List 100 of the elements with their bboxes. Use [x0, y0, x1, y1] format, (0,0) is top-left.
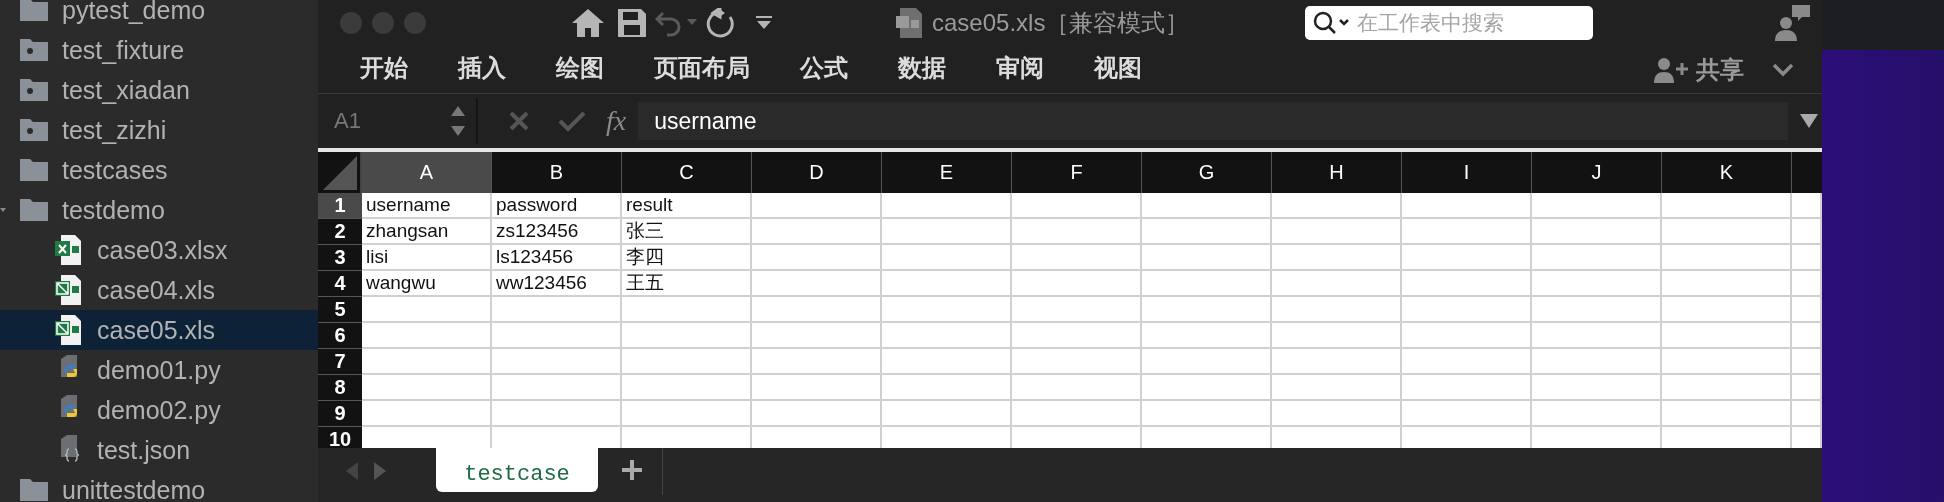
- triangle-left-icon: [346, 462, 358, 480]
- file-tree-label: test_fixture: [62, 35, 185, 65]
- package-folder-icon: [20, 79, 48, 101]
- column-header[interactable]: B: [492, 152, 622, 193]
- caret-icon[interactable]: [0, 206, 6, 214]
- file-tree-item[interactable]: demo02.py: [0, 390, 318, 430]
- check-icon[interactable]: [558, 110, 586, 132]
- file-tree-label: testcases: [62, 155, 168, 185]
- file-tree-label: case04.xls: [97, 275, 216, 305]
- ribbon-tab[interactable]: 插入: [458, 52, 506, 87]
- row-header[interactable]: 1: [318, 193, 362, 219]
- person-comment-icon[interactable]: [1774, 5, 1810, 41]
- file-tree-label: demo01.py: [97, 355, 221, 385]
- column-header[interactable]: K: [1662, 152, 1792, 193]
- file-tree-label: test_zizhi: [62, 115, 167, 145]
- expand-triangle-icon[interactable]: [1800, 114, 1818, 128]
- row-header[interactable]: 9: [318, 401, 362, 427]
- column-header[interactable]: G: [1142, 152, 1272, 193]
- stepper-icon[interactable]: [450, 104, 466, 138]
- formula-field[interactable]: username: [638, 102, 1788, 140]
- file-tree-label: pytest_demo: [62, 0, 206, 25]
- column-header[interactable]: I: [1402, 152, 1532, 193]
- chevron-down-icon[interactable]: [1772, 62, 1794, 77]
- ribbon-tab[interactable]: 绘图: [556, 52, 604, 87]
- row-header[interactable]: 3: [318, 245, 362, 271]
- file-tree-item[interactable]: case04.xls: [0, 270, 318, 310]
- row-header[interactable]: 10: [318, 427, 362, 448]
- table-cell: ls123456: [492, 245, 622, 271]
- table-cell: lisi: [362, 245, 492, 271]
- file-tree-item[interactable]: testcases: [0, 150, 318, 190]
- spreadsheet-file-icon: [55, 275, 83, 305]
- triangle-right-icon: [374, 462, 386, 480]
- file-tree-item[interactable]: test_fixture: [0, 30, 318, 70]
- file-tree-label: case05.xls: [97, 315, 216, 345]
- spreadsheet-file-icon: [896, 8, 922, 38]
- save-icon: [618, 9, 646, 37]
- file-tree-item[interactable]: case05.xls: [0, 310, 318, 350]
- table-cell: zs123456: [492, 219, 622, 245]
- dropdown-icon: [756, 16, 772, 30]
- column-header[interactable]: H: [1272, 152, 1402, 193]
- file-tree-item[interactable]: unittestdemo: [0, 470, 318, 502]
- file-tree-item[interactable]: testdemo: [0, 190, 318, 230]
- file-tree-label: demo02.py: [97, 395, 221, 425]
- file-tree-label: test_xiadan: [62, 75, 190, 105]
- row-header[interactable]: 8: [318, 375, 362, 401]
- folder-icon: [20, 159, 48, 181]
- table-cell: 李四: [622, 245, 752, 271]
- column-header[interactable]: F: [1012, 152, 1142, 193]
- column-header[interactable]: J: [1532, 152, 1662, 193]
- table-cell: ww123456: [492, 271, 622, 297]
- table-cell: username: [362, 193, 492, 219]
- search-icon: [1313, 11, 1352, 35]
- row-header[interactable]: 2: [318, 219, 362, 245]
- spreadsheet-file-icon: [55, 235, 83, 265]
- file-tree-item[interactable]: test_zizhi: [0, 110, 318, 150]
- package-folder-icon: [20, 119, 48, 141]
- sheet-tab[interactable]: testcase: [436, 448, 598, 492]
- undo-icon: [655, 9, 697, 37]
- folder-icon: [20, 0, 48, 21]
- row-header[interactable]: 4: [318, 271, 362, 297]
- column-header[interactable]: C: [622, 152, 752, 193]
- cancel-icon[interactable]: [508, 110, 530, 132]
- ribbon-tab[interactable]: 公式: [800, 52, 848, 87]
- ribbon-tab[interactable]: 视图: [1094, 52, 1142, 87]
- redo-icon: [706, 8, 734, 38]
- function-label[interactable]: fx: [606, 105, 627, 137]
- plus-icon: [622, 460, 642, 480]
- table-cell: wangwu: [362, 271, 492, 297]
- row-header[interactable]: 5: [318, 297, 362, 323]
- column-header[interactable]: E: [882, 152, 1012, 193]
- file-tree-label: testdemo: [62, 195, 165, 225]
- share-button[interactable]: 共享: [1648, 52, 1750, 87]
- file-tree-item[interactable]: pytest_demo: [0, 0, 318, 30]
- ribbon-tab[interactable]: 数据: [898, 52, 946, 87]
- column-header[interactable]: A: [362, 152, 492, 193]
- row-header[interactable]: 7: [318, 349, 362, 375]
- package-folder-icon: [20, 39, 48, 61]
- folder-icon: [20, 479, 48, 501]
- row-header[interactable]: 6: [318, 323, 362, 349]
- ribbon-tab[interactable]: 开始: [360, 52, 408, 87]
- spreadsheet-file-icon: [55, 315, 83, 345]
- ribbon-tab[interactable]: 审阅: [996, 52, 1044, 87]
- name-box[interactable]: A1: [318, 98, 478, 144]
- folder-icon: [20, 199, 48, 221]
- file-tree-label: unittestdemo: [62, 475, 206, 502]
- search-field[interactable]: 在工作表中搜索: [1305, 6, 1594, 40]
- table-cell: result: [622, 193, 752, 219]
- table-cell: password: [492, 193, 622, 219]
- file-tree-item[interactable]: test_xiadan: [0, 70, 318, 110]
- file-tree-item[interactable]: test.json: [0, 430, 318, 470]
- window-title: case05.xls［兼容模式］: [932, 8, 1190, 38]
- column-header[interactable]: D: [752, 152, 882, 193]
- file-tree-label: case03.xlsx: [97, 235, 228, 265]
- select-all-corner[interactable]: [318, 152, 362, 193]
- table-cell: 王五: [622, 271, 752, 297]
- ribbon-tab[interactable]: 页面布局: [654, 52, 750, 87]
- file-tree-item[interactable]: case03.xlsx: [0, 230, 318, 270]
- table-cell: 张三: [622, 219, 752, 245]
- file-tree-item[interactable]: demo01.py: [0, 350, 318, 390]
- add-person-icon: [1654, 56, 1688, 83]
